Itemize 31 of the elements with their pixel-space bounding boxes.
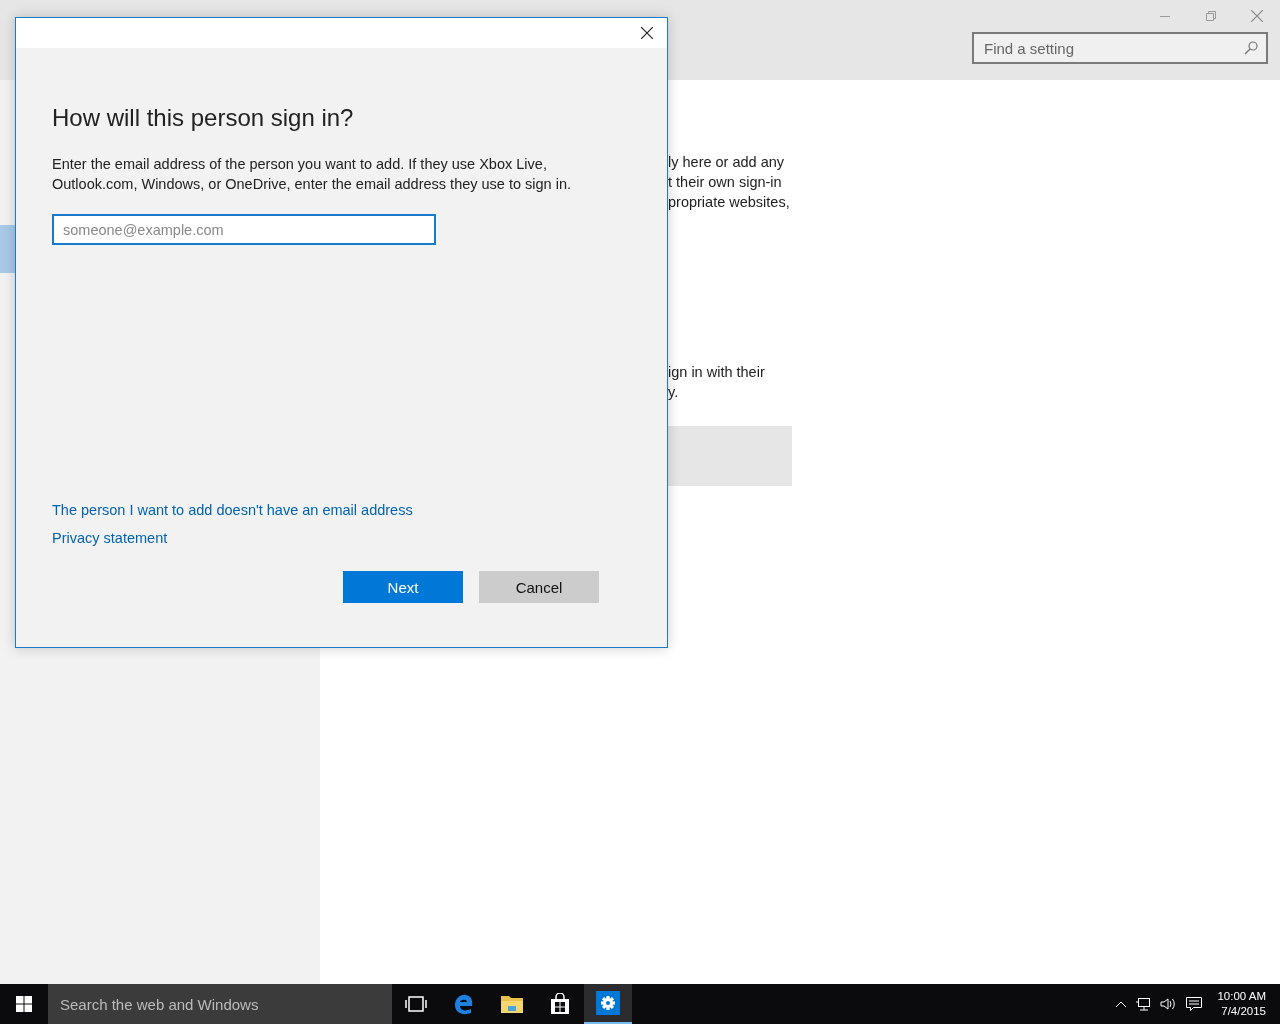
body-text: ly here or add any [668,153,786,172]
speaker-icon[interactable] [1159,996,1178,1012]
dialog-description: Enter the email address of the person you want to add. If they use Xbox Live, Outlook.com, Windows, or OneDrive, enter the email address they use to sign in. [52,155,572,194]
close-icon[interactable] [641,27,653,39]
minimize-icon [1160,15,1170,17]
taskbar-app-button[interactable] [584,984,632,1024]
search-icon [1244,41,1258,55]
email-field[interactable]: someone@example.com [52,214,436,245]
search-field[interactable]: Find a setting [972,32,1268,64]
link[interactable]: Privacy statement [52,528,168,548]
gear-icon [596,991,620,1015]
chevron-up-icon[interactable] [1115,1000,1128,1008]
task-view-icon [405,996,427,1012]
next-button[interactable]: Next [343,571,463,603]
body-text: propriate websites, [668,193,791,212]
body-text: t their own sign-in [668,173,783,192]
clock[interactable]: 10:00 AM 7/4/2015 [1217,989,1266,1019]
windows-logo-icon [16,996,32,1012]
body-text: y. [668,383,680,402]
shopping-bag-icon [549,993,571,1015]
taskbar-search-field[interactable]: Search the web and Windows [48,984,392,1024]
network-icon[interactable] [1135,996,1152,1012]
restore-icon [1206,11,1216,21]
body-text: ign in with their [668,363,766,382]
browser-e-icon [453,993,475,1015]
close-icon [1251,10,1263,22]
cancel-button[interactable]: Cancel [479,571,599,603]
message-icon[interactable] [1185,996,1204,1012]
link[interactable]: The person I want to add doesn't have an email address [52,500,413,520]
folder-icon [500,994,524,1014]
dialog-heading: How will this person sign in? [52,104,355,132]
